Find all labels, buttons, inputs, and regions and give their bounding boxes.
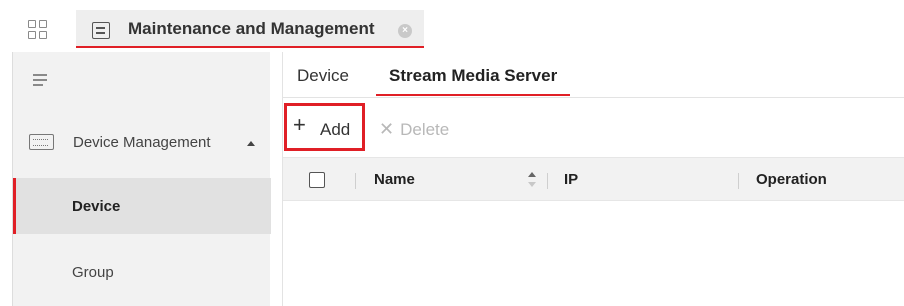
sidebar-item-label: Group <box>72 264 114 281</box>
main-panel: Device Stream Media Server + Add ✕ Delete… <box>282 52 904 306</box>
hamburger-icon[interactable] <box>33 74 47 86</box>
caret-up-icon[interactable] <box>247 141 255 146</box>
add-button[interactable]: + Add <box>284 103 365 151</box>
active-tab-indicator <box>376 94 570 96</box>
table-body <box>283 202 904 306</box>
tab-stream-media-server[interactable]: Stream Media Server <box>389 66 557 86</box>
table-header: Name IP Operation <box>283 157 904 201</box>
column-header-name[interactable]: Name <box>374 171 415 188</box>
title-bar: Maintenance and Management × <box>0 0 904 52</box>
close-icon[interactable]: × <box>398 24 412 38</box>
sidebar-item-label: Device <box>72 198 121 215</box>
sidebar-section-label: Device Management <box>73 134 211 151</box>
column-header-ip[interactable]: IP <box>564 171 578 188</box>
select-all-checkbox[interactable] <box>309 172 325 188</box>
sidebar-item-device[interactable]: Device <box>13 178 271 234</box>
device-management-icon <box>29 134 54 150</box>
sidebar-item-group[interactable]: Group <box>13 244 271 300</box>
column-divider <box>547 173 548 189</box>
module-tab-title: Maintenance and Management <box>128 19 375 38</box>
x-icon: ✕ <box>379 119 395 139</box>
sidebar-section-device-management[interactable]: Device Management <box>13 124 271 164</box>
delete-button[interactable]: ✕ Delete <box>379 119 449 140</box>
column-divider <box>738 173 739 189</box>
sort-icon[interactable] <box>527 170 537 190</box>
toolbar: + Add ✕ Delete <box>283 99 904 155</box>
module-tab[interactable]: Maintenance and Management × <box>76 10 424 48</box>
maintenance-icon <box>92 22 110 39</box>
add-button-label: Add <box>320 120 351 139</box>
column-header-operation[interactable]: Operation <box>756 171 827 188</box>
tab-bar: Device Stream Media Server <box>283 52 904 98</box>
column-divider <box>355 173 356 189</box>
sidebar: Device Management Device Group <box>12 52 271 306</box>
plus-icon: + <box>293 112 306 137</box>
tab-device[interactable]: Device <box>297 66 349 86</box>
delete-button-label: Delete <box>400 120 450 139</box>
grid-icon[interactable] <box>28 20 48 40</box>
